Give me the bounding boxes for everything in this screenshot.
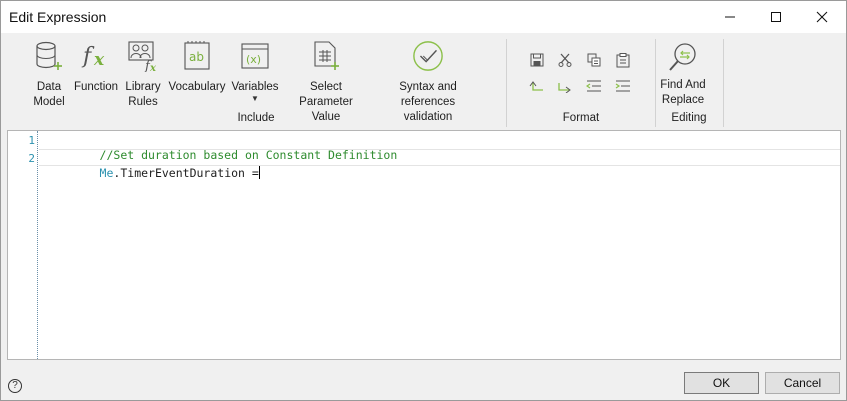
cancel-button[interactable]: Cancel [765,372,840,394]
variables-button[interactable]: (x) Variables ▼ [231,39,279,103]
data-model-label: Data Model [33,81,65,108]
maximize-button[interactable] [753,1,799,33]
variables-icon: (x) [239,39,271,73]
title-bar: Edit Expression [1,1,846,33]
code-line[interactable]: Me.TimerEventDuration = [58,152,260,194]
database-add-icon [33,39,65,73]
syntax-validation-button[interactable]: Syntax and references validation [372,39,484,125]
maximize-icon [771,12,781,22]
line-number: 2 [28,152,35,165]
ribbon-separator [506,39,507,127]
cut-icon[interactable] [555,51,575,69]
table-add-icon [310,39,342,73]
gutter-divider [37,131,38,359]
vocabulary-label: Vocabulary [168,81,226,93]
function-fx-icon: f x [80,39,112,73]
ok-button[interactable]: OK [684,372,759,394]
line-number-gutter: 1 2 [8,131,38,359]
include-group-label: Include [237,112,275,124]
syntax-validation-label: Syntax and references validation [399,81,457,123]
ribbon-toolbar: Data Model f x Function f x Library Rule… [1,33,846,129]
variables-dropdown-icon[interactable]: ▼ [251,95,259,103]
ribbon-separator [655,39,656,127]
vocabulary-button[interactable]: ab Vocabulary [167,39,227,95]
library-rules-icon: f x [127,39,159,73]
indent-icon[interactable] [613,77,633,95]
paste-icon[interactable] [613,51,633,69]
text-caret [258,166,260,179]
function-button[interactable]: f x Function [73,39,119,95]
code-member: TimerEventDuration = [120,166,259,180]
window-title: Edit Expression [9,9,107,25]
variables-label: Variables [231,81,279,93]
close-button[interactable] [799,1,845,33]
function-label: Function [73,81,119,93]
select-parameter-value-label: Select Parameter Value [299,81,353,123]
minimize-icon [725,16,735,18]
dialog-footer: ? OK Cancel [1,365,846,400]
close-icon [816,11,828,23]
vocabulary-icon: ab [181,39,213,73]
minimize-button[interactable] [707,1,753,33]
undo-icon[interactable] [527,77,547,95]
line-number: 1 [28,134,35,147]
redo-icon[interactable] [555,77,575,95]
svg-text:x: x [149,63,157,72]
find-and-replace-label: Find And Replace [660,79,706,106]
outdent-icon[interactable] [584,77,604,95]
expression-editor[interactable]: 1 2 //Set duration based on Constant Def… [7,130,841,360]
editing-group-label: Editing [671,112,707,124]
edit-expression-dialog: Edit Expression Data Model f x Function … [0,0,847,401]
svg-text:ab: ab [189,50,204,64]
select-parameter-value-button[interactable]: Select Parameter Value [284,39,368,125]
svg-text:f: f [81,44,95,69]
save-icon[interactable] [527,51,547,69]
help-icon[interactable]: ? [8,379,22,393]
find-and-replace-button[interactable]: Find And Replace [657,41,709,108]
find-replace-icon [667,41,699,75]
check-circle-icon [412,39,444,73]
library-rules-label: Library Rules [125,81,161,108]
ribbon-separator [723,39,724,127]
data-model-button[interactable]: Data Model [31,39,67,110]
svg-text:(x): (x) [246,53,261,66]
library-rules-button[interactable]: f x Library Rules [123,39,163,110]
svg-text:x: x [93,50,105,70]
copy-icon[interactable] [584,51,604,69]
format-group-label: Format [562,112,600,124]
code-object: Me [99,166,114,180]
